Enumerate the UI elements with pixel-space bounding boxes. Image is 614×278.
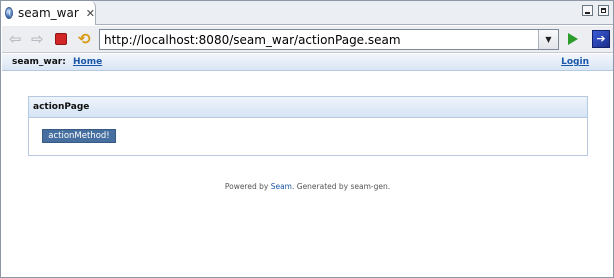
- maximize-icon[interactable]: [598, 5, 609, 16]
- footer-prefix: Powered by: [224, 182, 271, 191]
- editor-tab-strip: seam_war ✕: [1, 1, 613, 25]
- editor-tab[interactable]: seam_war ✕: [1, 1, 96, 25]
- close-icon[interactable]: ✕: [86, 8, 95, 19]
- app-brand: seam_war:: [12, 57, 66, 67]
- menu-bar: seam_war: Home Login: [2, 54, 613, 71]
- home-link[interactable]: Home: [73, 57, 102, 67]
- editor-tab-label: seam_war: [18, 6, 79, 20]
- forward-arrow-icon[interactable]: ⇨: [31, 32, 45, 47]
- go-icon[interactable]: [568, 33, 578, 45]
- page-content: seam_war: Home Login actionPage actionMe…: [2, 54, 613, 277]
- refresh-icon[interactable]: ⟲: [78, 32, 92, 47]
- login-link[interactable]: Login: [561, 57, 589, 67]
- url-text[interactable]: http://localhost:8080/seam_war/actionPag…: [100, 33, 538, 47]
- footer: Powered by Seam. Generated by seam-gen.: [2, 182, 613, 191]
- window-controls: [582, 5, 609, 16]
- action-panel: actionPage actionMethod!: [28, 96, 588, 156]
- back-arrow-icon[interactable]: ⇦: [9, 32, 23, 47]
- panel-title: actionPage: [33, 102, 90, 112]
- browser-window: seam_war ✕ ⇦ ⇨ ⟲ http://localhost:8080/s…: [0, 0, 614, 278]
- panel-header: actionPage: [29, 97, 587, 118]
- browser-toolbar: ⇦ ⇨ ⟲ http://localhost:8080/seam_war/act…: [2, 26, 613, 53]
- action-method-button[interactable]: actionMethod!: [42, 129, 116, 143]
- globe-icon: [5, 7, 15, 19]
- seam-link[interactable]: Seam: [271, 182, 292, 191]
- minimize-icon[interactable]: [582, 5, 593, 16]
- open-external-icon[interactable]: ➔: [592, 30, 610, 48]
- address-bar[interactable]: http://localhost:8080/seam_war/actionPag…: [99, 29, 559, 50]
- url-dropdown-button[interactable]: ▼: [538, 30, 558, 49]
- footer-suffix: . Generated by seam-gen.: [291, 182, 391, 191]
- stop-icon[interactable]: [55, 33, 67, 45]
